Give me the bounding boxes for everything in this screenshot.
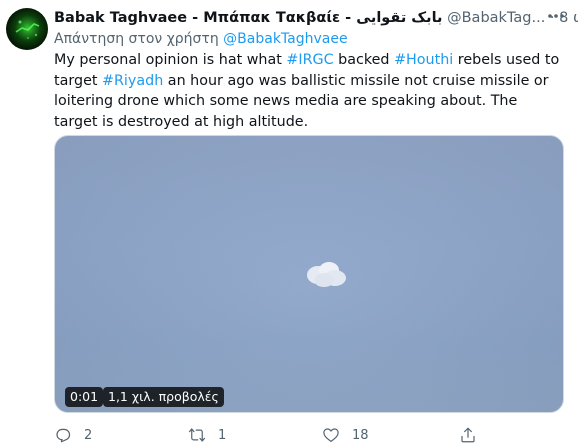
action-bar: 2 1 18	[54, 424, 564, 446]
tweet-text-segment: backed	[333, 52, 395, 68]
hashtag-irgc[interactable]: #IRGC	[286, 52, 333, 68]
reply-count: 2	[84, 427, 93, 443]
retweet-icon	[188, 428, 206, 442]
reply-prefix: Απάντηση στον χρήστη	[54, 31, 219, 47]
tweet-text: My personal opinion is hat what #IRGC ba…	[54, 50, 564, 132]
reply-handle-link[interactable]: @BabakTaghvaee	[223, 31, 347, 47]
video-player[interactable]: 0:01 1,1 χιλ. προβολές	[54, 135, 564, 413]
hashtag-riyadh[interactable]: #Riyadh	[102, 73, 163, 89]
like-button[interactable]: 18	[322, 424, 369, 446]
hashtag-houthi[interactable]: #Houthi	[394, 52, 453, 68]
reply-context: Απάντηση στον χρήστη @BabakTaghvaee	[54, 29, 348, 49]
share-icon	[461, 427, 475, 443]
explosion-cloud	[307, 262, 346, 287]
like-count: 18	[352, 427, 369, 443]
retweet-button[interactable]: 1	[188, 424, 226, 446]
display-name[interactable]: Babak Taghvaee - Μπάπακ Τακβαίε - بابک ت…	[54, 10, 443, 26]
avatar-image	[15, 20, 40, 39]
avatar[interactable]	[6, 8, 48, 50]
reply-icon	[56, 428, 71, 443]
video-views-badge: 1,1 χιλ. προβολές	[103, 387, 224, 407]
more-horizontal-icon	[548, 14, 564, 18]
video-duration-badge: 0:01	[65, 387, 104, 407]
tweet[interactable]: Babak Taghvaee - Μπάπακ Τακβαίε - بابک ت…	[0, 0, 578, 448]
heart-icon	[323, 428, 339, 442]
reply-button[interactable]: 2	[54, 424, 92, 446]
tweet-header: Babak Taghvaee - Μπάπακ Τακβαίε - بابک ت…	[54, 8, 578, 28]
share-button[interactable]	[459, 424, 477, 446]
retweet-count: 1	[218, 427, 227, 443]
handle[interactable]: @BabakTag...	[447, 10, 545, 26]
tweet-text-segment: My personal opinion is hat what	[54, 52, 287, 68]
more-options-button[interactable]	[543, 6, 569, 28]
